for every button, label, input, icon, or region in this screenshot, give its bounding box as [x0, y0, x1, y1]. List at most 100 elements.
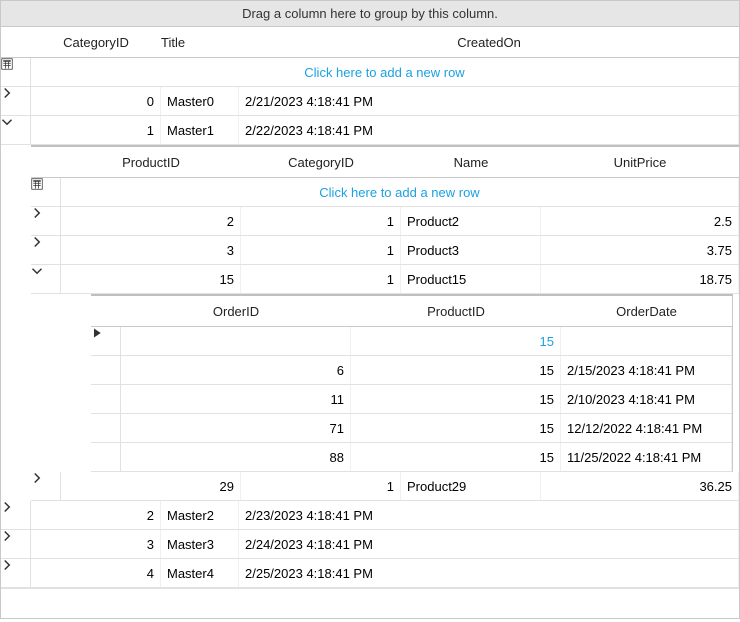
cell-product-id[interactable]: 15 — [351, 385, 561, 413]
expander-button[interactable] — [1, 559, 31, 587]
cell-order-date[interactable] — [561, 327, 732, 355]
products-new-row-label[interactable]: Click here to add a new row — [61, 178, 739, 206]
cell-category-id[interactable]: 1 — [241, 236, 401, 264]
col-header-name[interactable]: Name — [401, 147, 541, 177]
cell-category-id[interactable]: 1 — [31, 116, 161, 144]
master-row[interactable]: 2 Master2 2/23/2023 4:18:41 PM — [1, 501, 739, 530]
orders-header-row: OrderID ProductID OrderDate — [91, 296, 732, 327]
row-indicator — [91, 385, 121, 413]
cell-title[interactable]: Master1 — [161, 116, 239, 144]
cell-created-on[interactable]: 2/23/2023 4:18:41 PM — [239, 501, 739, 529]
cell-product-id[interactable]: 2 — [61, 207, 241, 235]
hierarchical-grid: Drag a column here to group by this colu… — [0, 0, 740, 619]
cell-category-id[interactable]: 3 — [31, 530, 161, 558]
product-row[interactable]: 29 1 Product29 36.25 — [31, 472, 739, 501]
master-new-row[interactable]: Click here to add a new row — [1, 58, 739, 87]
col-header-category-id[interactable]: CategoryID — [241, 147, 401, 177]
cell-name[interactable]: Product15 — [401, 265, 541, 293]
col-header-order-id[interactable]: OrderID — [121, 296, 351, 326]
cell-order-date[interactable]: 11/25/2022 4:18:41 PM — [561, 443, 732, 471]
cell-product-id[interactable]: 3 — [61, 236, 241, 264]
master-row[interactable]: 3 Master3 2/24/2023 4:18:41 PM — [1, 530, 739, 559]
cell-category-id[interactable]: 2 — [31, 501, 161, 529]
cell-category-id[interactable]: 1 — [241, 265, 401, 293]
cell-product-id-default[interactable]: 15 — [351, 327, 561, 355]
col-header-order-date[interactable]: OrderDate — [561, 296, 732, 326]
master-row[interactable]: 1 Master1 2/22/2023 4:18:41 PM — [1, 116, 739, 145]
cell-created-on[interactable]: 2/22/2023 4:18:41 PM — [239, 116, 739, 144]
row-indicator — [91, 443, 121, 471]
cell-product-id[interactable]: 15 — [351, 414, 561, 442]
group-panel[interactable]: Drag a column here to group by this colu… — [1, 1, 739, 27]
order-row[interactable]: 11 15 2/10/2023 4:18:41 PM — [91, 385, 732, 414]
triangle-right-icon — [91, 327, 103, 339]
new-row-icon — [31, 178, 61, 206]
expander-button[interactable] — [31, 207, 61, 235]
col-header-product-id[interactable]: ProductID — [61, 147, 241, 177]
chevron-right-icon — [1, 87, 13, 99]
cell-created-on[interactable]: 2/25/2023 4:18:41 PM — [239, 559, 739, 587]
cell-category-id[interactable]: 4 — [31, 559, 161, 587]
grid-footer-space — [1, 588, 739, 618]
order-row[interactable]: 6 15 2/15/2023 4:18:41 PM — [91, 356, 732, 385]
cell-product-id[interactable]: 15 — [351, 443, 561, 471]
expander-button[interactable] — [31, 236, 61, 264]
product-row[interactable]: 3 1 Product3 3.75 — [31, 236, 739, 265]
new-row-icon — [1, 58, 31, 86]
expander-button[interactable] — [1, 116, 31, 144]
product-row[interactable]: 15 1 Product15 18.75 — [31, 265, 739, 294]
cell-unit-price[interactable]: 18.75 — [541, 265, 739, 293]
cell-created-on[interactable]: 2/21/2023 4:18:41 PM — [239, 87, 739, 115]
expander-button[interactable] — [1, 87, 31, 115]
master-row[interactable]: 0 Master0 2/21/2023 4:18:41 PM — [1, 87, 739, 116]
expander-button[interactable] — [1, 530, 31, 558]
cell-category-id[interactable]: 1 — [241, 472, 401, 500]
order-row[interactable]: 71 15 12/12/2022 4:18:41 PM — [91, 414, 732, 443]
cell-order-id[interactable]: 6 — [121, 356, 351, 384]
cell-order-id[interactable]: 11 — [121, 385, 351, 413]
col-header-created-on[interactable]: CreatedOn — [239, 27, 739, 57]
cell-unit-price[interactable]: 36.25 — [541, 472, 739, 500]
master-row[interactable]: 4 Master4 2/25/2023 4:18:41 PM — [1, 559, 739, 588]
cell-product-id[interactable]: 15 — [61, 265, 241, 293]
cell-order-id[interactable] — [121, 327, 351, 355]
cell-unit-price[interactable]: 3.75 — [541, 236, 739, 264]
cell-order-id[interactable]: 71 — [121, 414, 351, 442]
cell-name[interactable]: Product2 — [401, 207, 541, 235]
col-header-category-id[interactable]: CategoryID — [31, 27, 161, 57]
cell-title[interactable]: Master0 — [161, 87, 239, 115]
cell-title[interactable]: Master2 — [161, 501, 239, 529]
cell-name[interactable]: Product29 — [401, 472, 541, 500]
cell-created-on[interactable]: 2/24/2023 4:18:41 PM — [239, 530, 739, 558]
products-header-row: ProductID CategoryID Name UnitPrice — [31, 147, 739, 178]
expander-button[interactable] — [31, 265, 61, 293]
cell-order-id[interactable]: 88 — [121, 443, 351, 471]
cell-product-id[interactable]: 29 — [61, 472, 241, 500]
cell-unit-price[interactable]: 2.5 — [541, 207, 739, 235]
cell-order-date[interactable]: 2/10/2023 4:18:41 PM — [561, 385, 732, 413]
chevron-right-icon — [1, 501, 13, 513]
cell-product-id[interactable]: 15 — [351, 356, 561, 384]
row-indicator-header — [91, 296, 121, 326]
row-indicator — [91, 356, 121, 384]
chevron-right-icon — [31, 236, 43, 248]
expander-button[interactable] — [31, 472, 61, 500]
chevron-right-icon — [1, 559, 13, 571]
cell-title[interactable]: Master4 — [161, 559, 239, 587]
col-header-product-id[interactable]: ProductID — [351, 296, 561, 326]
expander-button[interactable] — [1, 501, 31, 529]
cell-name[interactable]: Product3 — [401, 236, 541, 264]
orders-new-row[interactable]: 15 — [91, 327, 732, 356]
col-header-unit-price[interactable]: UnitPrice — [541, 147, 739, 177]
products-new-row[interactable]: Click here to add a new row — [31, 178, 739, 207]
master-new-row-label[interactable]: Click here to add a new row — [31, 58, 739, 86]
cell-order-date[interactable]: 12/12/2022 4:18:41 PM — [561, 414, 732, 442]
chevron-down-icon — [1, 116, 13, 128]
cell-category-id[interactable]: 1 — [241, 207, 401, 235]
order-row[interactable]: 88 15 11/25/2022 4:18:41 PM — [91, 443, 732, 472]
cell-title[interactable]: Master3 — [161, 530, 239, 558]
cell-order-date[interactable]: 2/15/2023 4:18:41 PM — [561, 356, 732, 384]
product-row[interactable]: 2 1 Product2 2.5 — [31, 207, 739, 236]
cell-category-id[interactable]: 0 — [31, 87, 161, 115]
col-header-title[interactable]: Title — [161, 27, 239, 57]
